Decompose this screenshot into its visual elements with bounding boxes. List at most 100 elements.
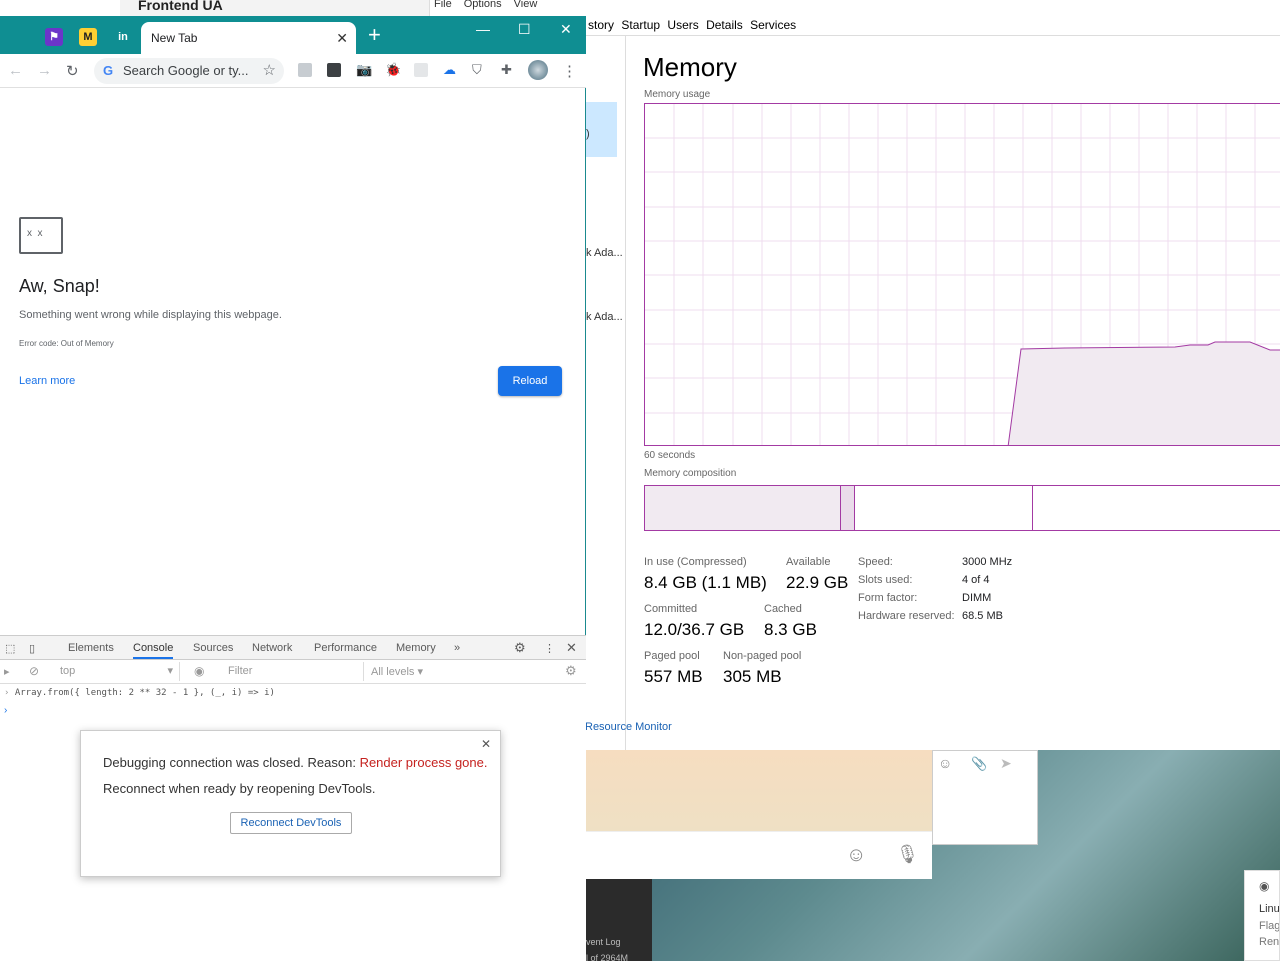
sad-folder-icon: x x: [19, 217, 63, 254]
paged-pool-label: Paged pool: [644, 650, 700, 662]
chrome-icon: ◉: [1259, 879, 1270, 893]
dialog-message-prefix: Debugging connection was closed. Reason:: [103, 755, 360, 770]
tab-memory[interactable]: Memory: [396, 642, 436, 654]
emoji-icon[interactable]: ☺: [938, 755, 952, 771]
tab-new-tab[interactable]: New Tab ✕: [141, 22, 356, 54]
attach-icon[interactable]: 📎: [971, 756, 987, 772]
available-label: Available: [786, 556, 831, 568]
resource-monitor-link[interactable]: Resource Monitor: [585, 721, 672, 733]
notification-toast[interactable]: ◉ Linu Flag Ren: [1244, 870, 1280, 961]
frontend-window-title: Frontend UA: [120, 0, 430, 16]
sidebar-item-adapter-2[interactable]: k Ada...: [586, 311, 623, 323]
pinned-tab-linkedin[interactable]: in: [114, 28, 132, 46]
cloud-icon[interactable]: ☁: [443, 62, 456, 78]
inspect-icon[interactable]: ⬚: [5, 642, 15, 655]
task-manager-menu: File Options View: [430, 0, 1280, 16]
tab-elements[interactable]: Elements: [68, 642, 114, 654]
emoji-icon[interactable]: ☺: [846, 844, 866, 867]
pinned-tab-2[interactable]: M: [79, 28, 97, 46]
device-toolbar-icon[interactable]: ▯: [29, 642, 35, 655]
chevron-down-icon: ▾: [167, 665, 173, 677]
minimize-icon[interactable]: —: [476, 21, 490, 37]
tab-details[interactable]: Details: [704, 18, 745, 32]
cached-label: Cached: [764, 603, 802, 615]
error-message: Something went wrong while displaying th…: [19, 309, 282, 321]
tab-console[interactable]: Console: [133, 642, 174, 659]
extension-1-icon[interactable]: [298, 63, 312, 77]
form-factor-label: Form factor:: [858, 592, 918, 604]
reload-button[interactable]: Reload: [498, 366, 562, 396]
context-value: top: [60, 665, 76, 677]
notification-line-2: Flag: [1259, 920, 1280, 932]
filter-input[interactable]: Filter: [220, 662, 364, 681]
console-settings-icon[interactable]: ⚙: [565, 663, 577, 679]
console-prompt[interactable]: ›: [4, 705, 7, 716]
pinned-tab-1[interactable]: ⚑: [45, 28, 63, 46]
eye-icon[interactable]: ◉: [194, 664, 204, 678]
chat-window-background: [586, 750, 932, 831]
reload-icon[interactable]: ↻: [66, 62, 79, 80]
context-selector[interactable]: top ▾: [50, 662, 180, 681]
hardware-reserved-label: Hardware reserved:: [858, 610, 955, 622]
devtools-menu-icon[interactable]: ⋮: [544, 642, 555, 655]
speed-label: Speed:: [858, 556, 893, 568]
in-use-label: In use (Compressed): [644, 556, 747, 568]
composition-modified[interactable]: [841, 486, 855, 530]
chrome-toolbar: ← → ↻ G Search Google or ty... ☆ 📷 🐞 ☁ ⛉…: [0, 54, 586, 88]
sidebar-toggle-icon[interactable]: ▸: [4, 665, 10, 678]
close-tab-icon[interactable]: ✕: [336, 22, 348, 55]
camera-icon[interactable]: 📷: [356, 62, 372, 78]
memory-usage-area: [1007, 341, 1280, 445]
event-log-label[interactable]: vent Log: [586, 937, 621, 947]
menu-file[interactable]: File: [434, 0, 452, 10]
tab-services[interactable]: Services: [748, 18, 798, 32]
menu-kebab-icon[interactable]: ⋮: [562, 62, 577, 80]
shield-icon[interactable]: ⛉: [472, 62, 482, 78]
tab-startup[interactable]: Startup: [619, 18, 662, 32]
sidebar-item-memory[interactable]: ): [586, 128, 590, 140]
more-tabs-icon[interactable]: »: [454, 642, 460, 654]
nonpaged-pool-value: 305 MB: [723, 667, 782, 686]
close-dialog-icon[interactable]: ✕: [481, 737, 491, 751]
forward-icon[interactable]: →: [37, 62, 52, 79]
composition-standby[interactable]: [855, 486, 1033, 530]
close-devtools-icon[interactable]: ✕: [566, 640, 577, 656]
send-icon[interactable]: ➤: [1000, 755, 1012, 772]
bookmark-star-icon[interactable]: ☆: [263, 58, 276, 84]
learn-more-link[interactable]: Learn more: [19, 375, 75, 387]
log-levels-dropdown[interactable]: All levels ▾: [371, 665, 423, 678]
back-icon[interactable]: ←: [8, 62, 23, 79]
tab-app-history[interactable]: story: [586, 18, 616, 32]
sidebar-item-adapter-1[interactable]: k Ada...: [586, 247, 623, 259]
tab-network[interactable]: Network: [252, 642, 292, 654]
bug-icon[interactable]: 🐞: [385, 62, 401, 78]
tab-performance[interactable]: Performance: [314, 642, 377, 654]
profile-avatar[interactable]: [528, 60, 548, 80]
extension-2-icon[interactable]: [327, 63, 341, 77]
composition-in-use[interactable]: [645, 486, 841, 530]
settings-gear-icon[interactable]: ⚙: [514, 640, 526, 656]
tab-sources[interactable]: Sources: [193, 642, 233, 654]
debugging-closed-dialog: ✕ Debugging connection was closed. Reaso…: [80, 730, 501, 877]
slots-label: Slots used:: [858, 574, 913, 586]
sidebar-selected-item[interactable]: [586, 102, 617, 157]
omnibox[interactable]: G Search Google or ty... ☆: [94, 58, 284, 84]
memory-usage-graph: [644, 103, 1280, 446]
microphone-icon[interactable]: 🎙: [896, 844, 919, 865]
memory-usage-chart: [645, 104, 1280, 445]
maximize-icon[interactable]: ☐: [518, 21, 531, 38]
clear-console-icon[interactable]: ⊘: [29, 664, 39, 678]
error-code: Error code: Out of Memory: [19, 339, 114, 348]
cached-value: 8.3 GB: [764, 620, 817, 639]
extensions-puzzle-icon[interactable]: ✚: [501, 62, 512, 78]
reconnect-devtools-button[interactable]: Reconnect DevTools: [230, 812, 352, 834]
new-tab-icon[interactable]: +: [368, 24, 381, 46]
devtools-tabs: ⬚ ▯ Elements Console Sources Network Per…: [0, 636, 586, 660]
extension-3-icon[interactable]: [414, 63, 428, 77]
chat-compose-box: ☺ 📎 ➤: [932, 750, 1038, 845]
close-window-icon[interactable]: ✕: [560, 21, 572, 38]
menu-options[interactable]: Options: [464, 0, 502, 10]
google-icon: G: [103, 63, 114, 78]
menu-view[interactable]: View: [514, 0, 538, 10]
tab-users[interactable]: Users: [665, 18, 700, 32]
